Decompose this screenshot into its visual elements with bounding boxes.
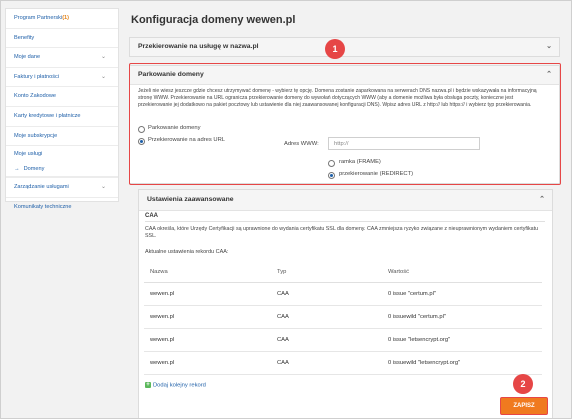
- chevron-down-icon: ⌄: [100, 54, 106, 61]
- record-type: CAA: [271, 351, 382, 375]
- caa-heading: CAA: [145, 213, 158, 219]
- save-button[interactable]: ZAPISZ: [500, 397, 548, 415]
- app-frame: Program Partnerski(1) Benefity Moje dane…: [0, 0, 572, 419]
- record-name: wewen.pl: [144, 282, 271, 306]
- sidebar-item-domeny[interactable]: → Domeny: [6, 162, 118, 178]
- annotation-badge-1: 1: [325, 39, 345, 59]
- notification-badge: (1): [62, 15, 70, 21]
- parking-description: Jeżeli nie wiesz jeszcze gdzie chcesz ut…: [138, 88, 537, 108]
- annotation-badge-2: 2: [513, 374, 533, 394]
- record-value: 0 issue "certum.pl": [382, 282, 542, 306]
- caa-records-table: Nazwa Typ Wartość wewen.pl CAA 0 issue "…: [144, 262, 542, 375]
- sidebar-item-label: Moje subskrypcje: [14, 132, 58, 139]
- sidebar-item-moje-uslugi[interactable]: Moje usługi: [6, 146, 118, 162]
- sidebar-item-subskrypcje[interactable]: Moje subskrypcje: [6, 127, 118, 147]
- record-value: 0 issue "letsencrypt.org": [382, 328, 542, 352]
- panel-title: Ustawienia zaawansowane: [147, 196, 234, 203]
- radio-frame[interactable]: [328, 160, 335, 167]
- record-type: CAA: [271, 282, 382, 306]
- record-name: wewen.pl: [144, 351, 271, 375]
- arrow-right-icon: →: [14, 166, 20, 173]
- chevron-up-icon: ⌃: [539, 196, 545, 203]
- sidebar-item-label: Zarządzanie usługami: [14, 184, 69, 191]
- panel-header[interactable]: Ustawienia zaawansowane ⌃: [139, 190, 552, 211]
- sidebar-item-moje-dane[interactable]: Moje dane ⌄: [6, 48, 118, 68]
- divider: [145, 221, 545, 222]
- add-record-link[interactable]: + Dodaj kolejny rekord: [145, 382, 206, 389]
- caa-records-label: Aktualne ustawienia rekordu CAA:: [145, 249, 229, 255]
- table-header-row: Nazwa Typ Wartość: [144, 262, 542, 283]
- sidebar-item-komunikaty[interactable]: Komunikaty techniczne: [6, 198, 118, 217]
- sidebar-item-label: Karty kredytowe i płatnicze: [14, 112, 81, 119]
- column-header: Typ: [271, 262, 382, 283]
- sidebar-item-benefity[interactable]: Benefity: [6, 29, 118, 49]
- sidebar-item-faktury[interactable]: Faktury i płatności ⌄: [6, 68, 118, 88]
- page-title: Konfiguracja domeny wewen.pl: [131, 14, 296, 26]
- chevron-down-icon: ⌄: [100, 73, 106, 80]
- chevron-down-icon: ⌄: [100, 184, 106, 191]
- plus-icon: +: [145, 382, 151, 388]
- table-row[interactable]: wewen.pl CAA 0 issue "certum.pl": [144, 282, 542, 306]
- sidebar-item-label: Faktury i płatności: [14, 73, 60, 80]
- sidebar-item-konto-zakodowe[interactable]: Konto Zakodowe: [6, 87, 118, 107]
- sidebar-item-zarzadzanie[interactable]: Zarządzanie usługami ⌄: [6, 177, 118, 198]
- record-type: CAA: [271, 305, 382, 329]
- www-label: Adres WWW:: [284, 141, 319, 147]
- radio-label: ramka (FRAME): [339, 159, 381, 165]
- sidebar-item-label: Moje usługi: [14, 151, 43, 158]
- record-type: CAA: [271, 328, 382, 352]
- sidebar-item-program-partnerski[interactable]: Program Partnerski(1): [6, 9, 118, 29]
- table-row[interactable]: wewen.pl CAA 0 issuewild "letsencrypt.or…: [144, 351, 542, 375]
- sidebar-item-label: Konto Zakodowe: [14, 93, 56, 100]
- chevron-down-icon: ⌄: [546, 43, 552, 50]
- www-url-input[interactable]: http://: [328, 137, 480, 150]
- sidebar-item-label: Moje dane: [14, 54, 41, 61]
- radio-redirect[interactable]: [328, 172, 335, 179]
- sidebar-item-label: Domeny: [23, 166, 45, 173]
- highlight-box: [129, 63, 561, 185]
- sidebar-item-label: Program Partnerski: [14, 15, 63, 21]
- caa-description: CAA określa, które Urzędy Certyfikacji s…: [145, 226, 539, 239]
- add-record-label: Dodaj kolejny rekord: [153, 382, 206, 389]
- radio-label: Przekierowanie na adres URL: [148, 137, 226, 143]
- record-value: 0 issuewild "letsencrypt.org": [382, 351, 542, 375]
- radio-przekierowanie-url[interactable]: [138, 138, 145, 145]
- radio-parkowanie[interactable]: [138, 126, 145, 133]
- column-header: Wartość: [382, 262, 542, 283]
- record-name: wewen.pl: [144, 305, 271, 329]
- column-header: Nazwa: [144, 262, 271, 283]
- table-row[interactable]: wewen.pl CAA 0 issuewild "certum.pl": [144, 305, 542, 329]
- sidebar-item-karty[interactable]: Karty kredytowe i płatnicze: [6, 107, 118, 127]
- radio-label: Parkowanie domeny: [148, 125, 201, 131]
- sidebar-item-label: Benefity: [14, 34, 35, 41]
- sidebar-item-label: Komunikaty techniczne: [14, 203, 72, 210]
- record-name: wewen.pl: [144, 328, 271, 352]
- radio-label: przekierowanie (REDIRECT): [339, 171, 414, 177]
- sidebar: Program Partnerski(1) Benefity Moje dane…: [5, 8, 119, 210]
- panel-title: Przekierowanie na usługę w nazwa.pl: [138, 43, 259, 50]
- table-row[interactable]: wewen.pl CAA 0 issue "letsencrypt.org": [144, 328, 542, 352]
- record-value: 0 issuewild "certum.pl": [382, 305, 542, 329]
